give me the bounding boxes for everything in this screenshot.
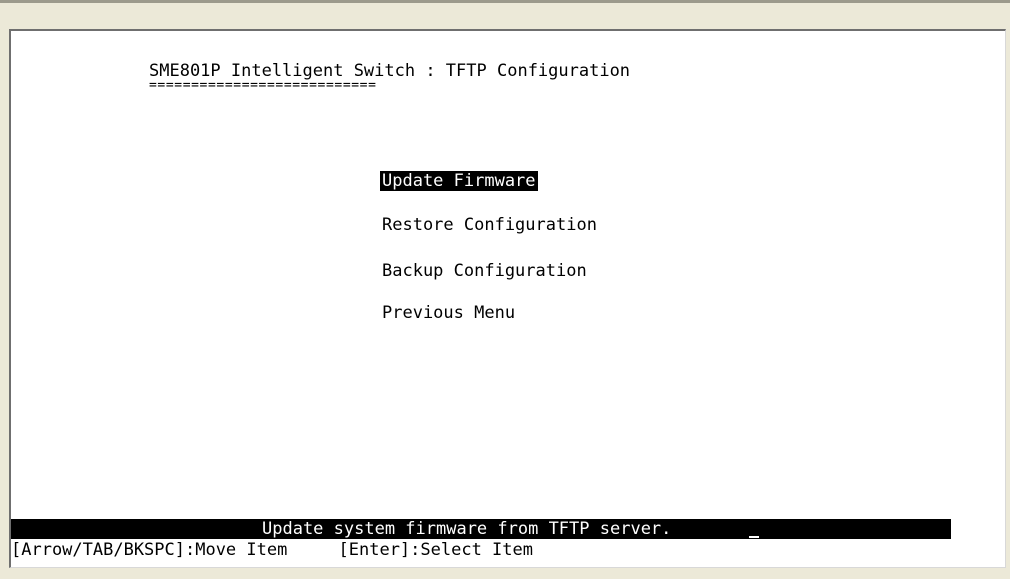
menu-item-backup-configuration[interactable]: Backup Configuration [382, 261, 587, 281]
title-underline: =========================== [149, 78, 377, 93]
status-message: Update system firmware from TFTP server. [262, 519, 672, 539]
text-cursor [749, 536, 759, 538]
help-line: [Arrow/TAB/BKSPC]:Move Item [Enter]:Sele… [11, 540, 533, 560]
menu-item-label: Update Firmware [380, 171, 538, 191]
terminal-screen[interactable]: SME801P Intelligent Switch : TFTP Config… [9, 29, 1006, 568]
menu-item-restore-configuration[interactable]: Restore Configuration [382, 215, 597, 235]
menu-item-previous-menu[interactable]: Previous Menu [382, 303, 515, 323]
menu-item-update-firmware[interactable]: Update Firmware [380, 171, 538, 191]
window-frame: SME801P Intelligent Switch : TFTP Config… [0, 0, 1010, 579]
